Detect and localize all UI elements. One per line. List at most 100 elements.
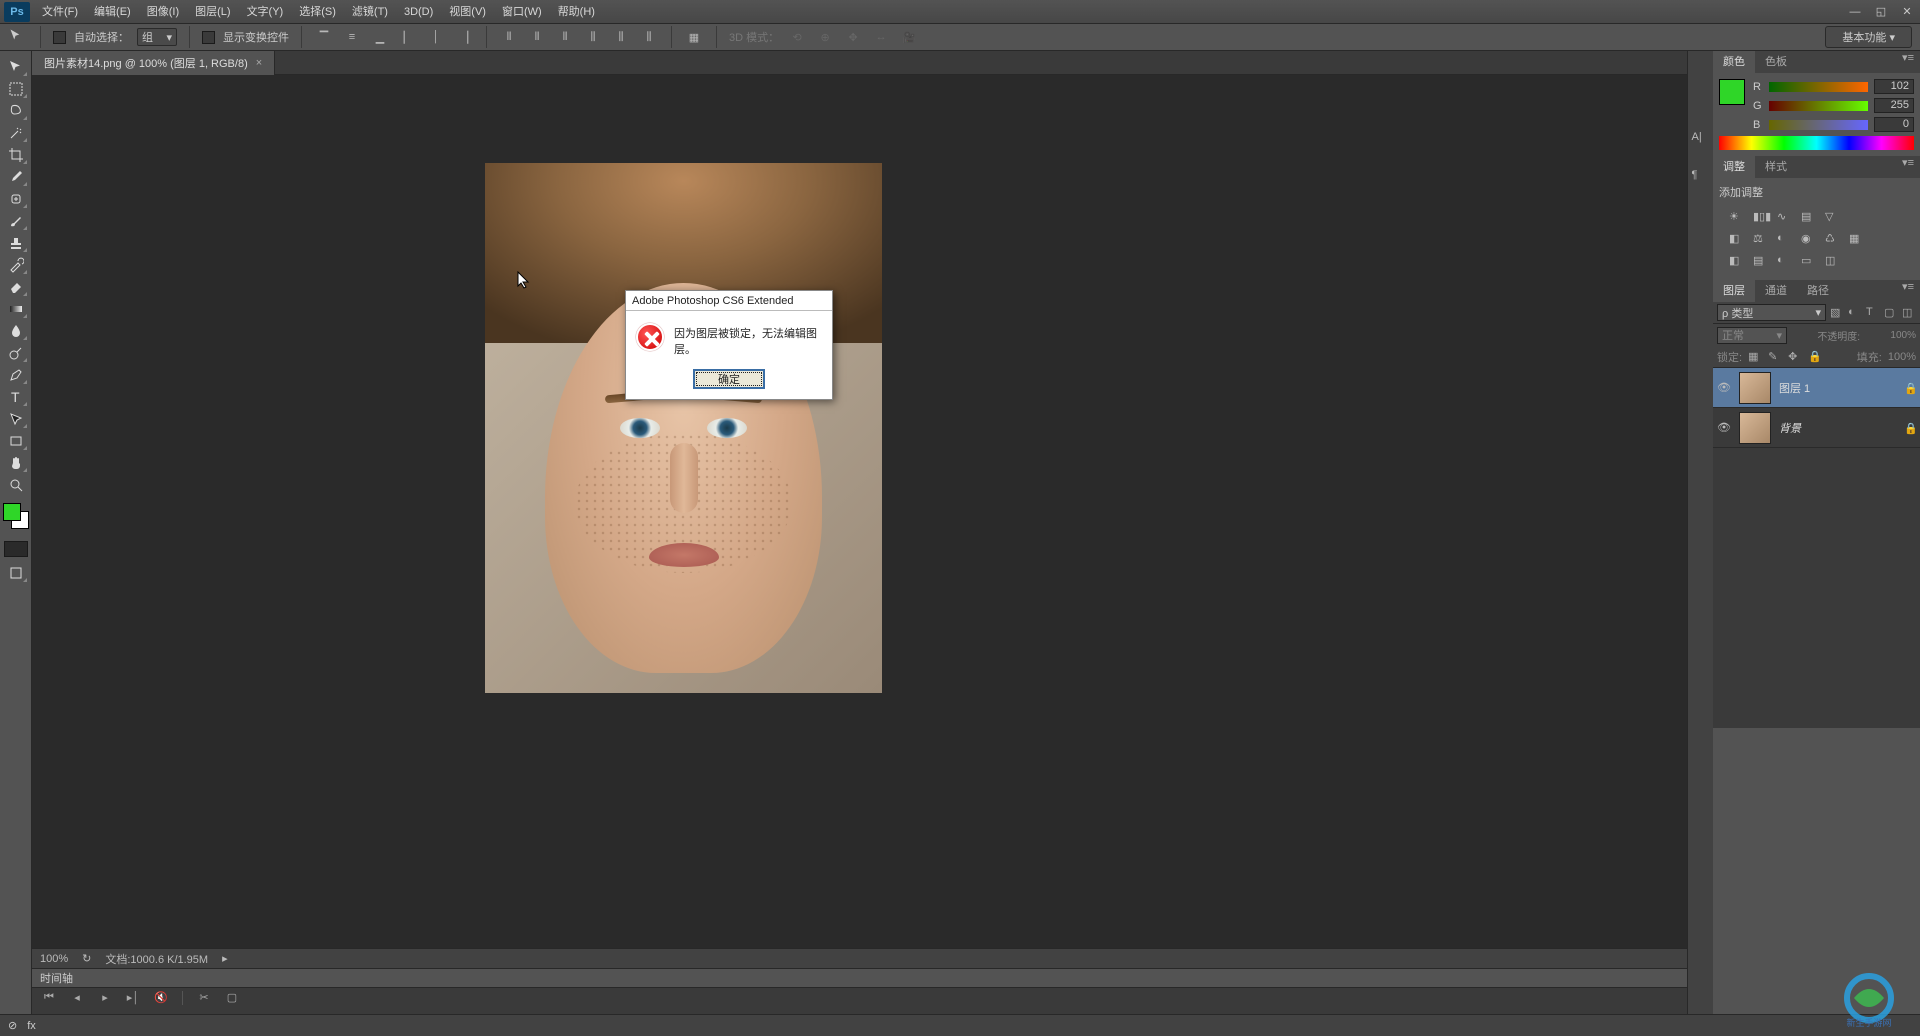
foreground-color[interactable] — [1719, 79, 1745, 105]
stamp-tool[interactable] — [3, 233, 29, 253]
menu-edit[interactable]: 编辑(E) — [86, 0, 139, 24]
next-frame-icon[interactable]: ▸│ — [126, 991, 140, 1005]
layer-filter-dropdown[interactable]: ρ 类型▾ — [1717, 304, 1826, 321]
dist-bottom-icon[interactable]: ⫴ — [555, 27, 575, 47]
color-tab[interactable]: 颜色 — [1713, 51, 1755, 73]
align-right-icon[interactable]: ▕ — [454, 27, 474, 47]
zoom-level[interactable]: 100% — [40, 953, 68, 965]
magic-wand-tool[interactable] — [3, 123, 29, 143]
dist-left-icon[interactable]: ⫼ — [583, 27, 603, 47]
filter-type-icon[interactable]: T — [1866, 306, 1880, 320]
opacity-value[interactable]: 100% — [1890, 330, 1916, 341]
menu-help[interactable]: 帮助(H) — [550, 0, 603, 24]
layer-name[interactable]: 背景 — [1779, 420, 1896, 436]
prev-frame-icon[interactable]: ◂ — [70, 991, 84, 1005]
invert-icon[interactable]: ◧ — [1729, 254, 1747, 272]
adjustments-tab[interactable]: 调整 — [1713, 156, 1755, 178]
ok-button[interactable]: 确定 — [693, 369, 765, 389]
link-layers-icon[interactable]: ⊘ — [8, 1019, 17, 1032]
document-tab[interactable]: 图片素材14.png @ 100% (图层 1, RGB/8) × — [32, 51, 275, 75]
doc-info-menu-icon[interactable]: ▸ — [222, 952, 228, 965]
show-transform-checkbox[interactable] — [202, 31, 215, 44]
move-tool[interactable] — [3, 57, 29, 77]
curves-icon[interactable]: ∿ — [1777, 210, 1795, 228]
zoom-tool[interactable] — [3, 475, 29, 495]
brightness-icon[interactable]: ☀ — [1729, 210, 1747, 228]
b-slider[interactable] — [1769, 120, 1868, 130]
bw-icon[interactable]: ◐ — [1777, 232, 1795, 250]
panel-menu-icon[interactable]: ▾≡ — [1896, 51, 1920, 73]
visibility-icon[interactable]: 👁 — [1717, 381, 1731, 395]
dist-hmid-icon[interactable]: ⫼ — [611, 27, 631, 47]
filter-pixel-icon[interactable]: ▧ — [1830, 306, 1844, 320]
menu-view[interactable]: 视图(V) — [441, 0, 494, 24]
swatches-tab[interactable]: 色板 — [1755, 51, 1797, 73]
layer-row[interactable]: 👁 图层 1 🔒 — [1713, 368, 1920, 408]
colorbalance-icon[interactable]: ⚖ — [1753, 232, 1771, 250]
menu-filter[interactable]: 滤镜(T) — [344, 0, 396, 24]
g-slider[interactable] — [1769, 101, 1868, 111]
history-brush-tool[interactable] — [3, 255, 29, 275]
blur-tool[interactable] — [3, 321, 29, 341]
lock-position-icon[interactable]: ✥ — [1788, 350, 1802, 364]
move-tool-icon[interactable] — [8, 27, 28, 47]
b-value[interactable]: 0 — [1874, 117, 1914, 132]
photofilter-icon[interactable]: ◉ — [1801, 232, 1819, 250]
dodge-tool[interactable] — [3, 343, 29, 363]
layer-style-icon[interactable]: fx — [27, 1020, 36, 1032]
r-value[interactable]: 102 — [1874, 79, 1914, 94]
filter-shape-icon[interactable]: ▢ — [1884, 306, 1898, 320]
layers-tab[interactable]: 图层 — [1713, 280, 1755, 302]
rectangle-tool[interactable] — [3, 431, 29, 451]
align-left-icon[interactable]: ▏ — [398, 27, 418, 47]
dist-right-icon[interactable]: ⫼ — [639, 27, 659, 47]
filter-smart-icon[interactable]: ◫ — [1902, 306, 1916, 320]
auto-select-dropdown[interactable]: 组▾ — [137, 28, 177, 46]
layer-thumbnail[interactable] — [1739, 412, 1771, 444]
levels-icon[interactable]: ▮▯▮ — [1753, 210, 1771, 228]
panel-menu-icon[interactable]: ▾≡ — [1896, 280, 1920, 302]
paths-tab[interactable]: 路径 — [1797, 280, 1839, 302]
align-top-icon[interactable]: ▔ — [314, 27, 334, 47]
brush-tool[interactable] — [3, 211, 29, 231]
eraser-tool[interactable] — [3, 277, 29, 297]
layer-thumbnail[interactable] — [1739, 372, 1771, 404]
crop-tool[interactable] — [3, 145, 29, 165]
vibrance-icon[interactable]: ▽ — [1825, 210, 1843, 228]
lasso-tool[interactable] — [3, 101, 29, 121]
lock-pixels-icon[interactable]: ✎ — [1768, 350, 1782, 364]
selectivecolor-icon[interactable]: ◫ — [1825, 254, 1843, 272]
threshold-icon[interactable]: ◐ — [1777, 254, 1795, 272]
eyedropper-tool[interactable] — [3, 167, 29, 187]
transition-icon[interactable]: ▢ — [225, 991, 239, 1005]
styles-tab[interactable]: 样式 — [1755, 156, 1797, 178]
layer-row[interactable]: 👁 背景 🔒 — [1713, 408, 1920, 448]
fill-value[interactable]: 100% — [1888, 351, 1916, 363]
menu-type[interactable]: 文字(Y) — [239, 0, 292, 24]
path-select-tool[interactable] — [3, 409, 29, 429]
close-icon[interactable]: ✕ — [1894, 3, 1920, 21]
posterize-icon[interactable]: ▤ — [1753, 254, 1771, 272]
dist-vmid-icon[interactable]: ⫴ — [527, 27, 547, 47]
align-vmid-icon[interactable]: ≡ — [342, 27, 362, 47]
menu-3d[interactable]: 3D(D) — [396, 0, 441, 24]
menu-layer[interactable]: 图层(L) — [187, 0, 238, 24]
dist-top-icon[interactable]: ⫴ — [499, 27, 519, 47]
menu-image[interactable]: 图像(I) — [139, 0, 187, 24]
exposure-icon[interactable]: ▤ — [1801, 210, 1819, 228]
filter-adjust-icon[interactable]: ◐ — [1848, 306, 1862, 320]
lock-transparency-icon[interactable]: ▦ — [1748, 350, 1762, 364]
hue-icon[interactable]: ◧ — [1729, 232, 1747, 250]
visibility-icon[interactable]: 👁 — [1717, 421, 1731, 435]
screen-mode-toggle[interactable] — [3, 563, 29, 583]
colorlookup-icon[interactable]: ▦ — [1849, 232, 1867, 250]
menu-select[interactable]: 选择(S) — [291, 0, 344, 24]
auto-align-icon[interactable]: ▦ — [684, 27, 704, 47]
mute-icon[interactable]: 🔇 — [154, 991, 168, 1005]
workspace-switcher[interactable]: 基本功能 ▾ — [1825, 26, 1912, 48]
timeline-panel-header[interactable]: 时间轴▾≡ — [32, 968, 1712, 987]
layer-name[interactable]: 图层 1 — [1779, 380, 1896, 396]
gradient-tool[interactable] — [3, 299, 29, 319]
g-value[interactable]: 255 — [1874, 98, 1914, 113]
menu-window[interactable]: 窗口(W) — [494, 0, 550, 24]
